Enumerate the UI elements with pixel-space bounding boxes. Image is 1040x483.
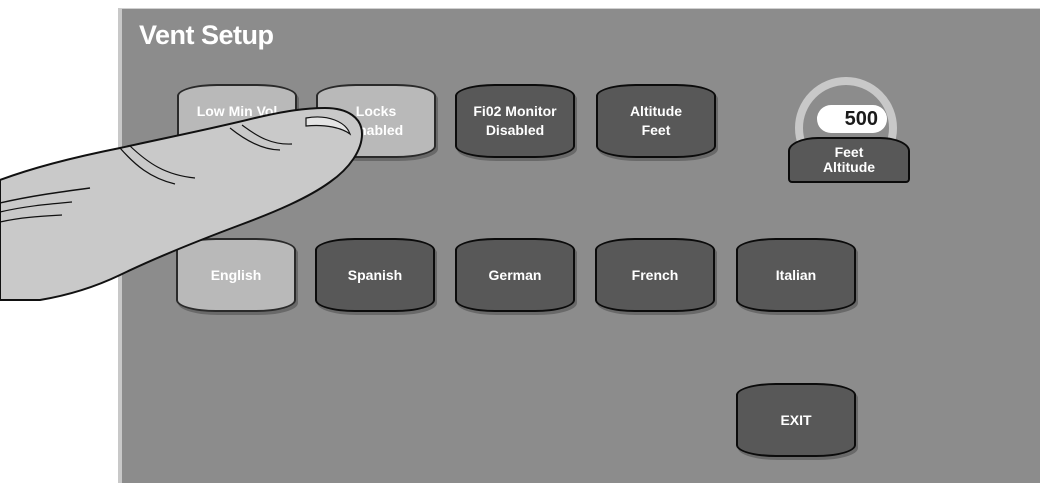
language-german-label: German — [488, 266, 542, 283]
fio2-monitor-button[interactable]: Fi02 Monitor Disabled — [455, 84, 575, 158]
language-english-label: English — [210, 266, 262, 283]
page-title: Vent Setup — [139, 20, 274, 50]
exit-button[interactable]: EXIT — [736, 383, 856, 457]
low-min-vol-label-1: Low Min Vol — [196, 103, 278, 119]
low-min-vol-label-2: Off — [226, 122, 248, 138]
low-min-vol-button[interactable]: Low Min Vol Off — [177, 84, 297, 158]
altitude-unit-line-2: Altitude — [822, 159, 876, 175]
locks-label-1: Locks — [355, 103, 397, 119]
language-english-button[interactable]: English — [176, 238, 296, 312]
fio2-monitor-label-2: Disabled — [485, 122, 545, 138]
exit-label: EXIT — [780, 411, 812, 428]
locks-label-2: Enabled — [348, 122, 404, 138]
altitude-dial[interactable]: 500 Feet Altitude — [787, 77, 910, 187]
altitude-units-button[interactable]: Altitude Feet — [596, 84, 716, 158]
altitude-unit-line-1: Feet — [834, 144, 864, 160]
language-spanish-label: Spanish — [347, 266, 403, 283]
fio2-monitor-label-1: Fi02 Monitor — [473, 103, 557, 119]
language-italian-label: Italian — [775, 266, 817, 283]
altitude-units-label-2: Feet — [641, 122, 671, 138]
language-italian-button[interactable]: Italian — [736, 238, 856, 312]
altitude-dial-label: Feet Altitude — [788, 137, 910, 183]
language-german-button[interactable]: German — [455, 238, 575, 312]
locks-button[interactable]: Locks Enabled — [316, 84, 436, 158]
altitude-units-label-1: Altitude — [629, 103, 683, 119]
language-spanish-button[interactable]: Spanish — [315, 238, 435, 312]
dial-needle-icon — [817, 114, 831, 122]
language-french-button[interactable]: French — [595, 238, 715, 312]
language-french-label: French — [631, 266, 679, 283]
